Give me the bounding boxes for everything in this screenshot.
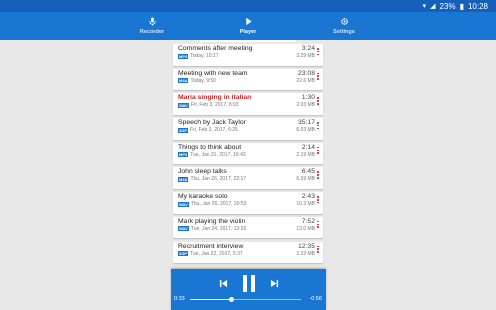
recording-date: Tue, Jan 22, 2017, 5:37 (190, 250, 243, 257)
recording-duration: 3:24 (301, 45, 315, 52)
recording-title: John sleep talks (178, 168, 227, 176)
app-bar: Recorder Player Settings (0, 12, 496, 40)
seek-thumb[interactable] (228, 297, 234, 303)
recording-date: Tue, Jan 24, 2017, 13:26 (190, 225, 247, 232)
elapsed-time: 0:33 (174, 296, 185, 302)
more-vert-icon[interactable] (317, 196, 320, 204)
format-badge: WAV (178, 226, 189, 232)
recording-duration: 23:08 (297, 69, 315, 77)
format-badge: MP3 (178, 53, 189, 59)
recording-date: Fri, Feb 3, 2017, 6:25 (190, 127, 238, 134)
recording-duration: 1:30 (301, 94, 315, 102)
list-item[interactable]: John sleep talks 6:45 M4A Thu, Jan 26, 2017… (173, 167, 323, 189)
tab-recorder-label: Recorder (139, 29, 165, 35)
format-badge: 3GP (178, 251, 189, 256)
more-vert-icon[interactable] (317, 220, 320, 228)
recording-title: My karaoke solo (178, 193, 228, 201)
recording-duration: 7:52 (301, 217, 315, 225)
clock: 10:28 (467, 1, 488, 11)
seek-progress (190, 299, 232, 301)
next-button[interactable] (270, 279, 279, 288)
recording-duration: 6:45 (301, 168, 315, 176)
list-item[interactable]: Things to think about 2:14 MP3 Tue, Jan 31,… (173, 142, 323, 165)
list-item[interactable]: My karaoke solo 2:43 WAV Thu, Jan 26, 2017,… (173, 192, 323, 214)
seek-bar[interactable] (190, 297, 301, 303)
recordings-list: Comments after meeting 3:24 MP3 Today, 10:2… (173, 44, 323, 266)
format-badge: MP3 (178, 152, 189, 158)
tab-recorder[interactable]: Recorder (104, 12, 200, 40)
pause-icon (242, 275, 255, 292)
recording-size: 22.6 MB (296, 77, 315, 84)
list-item[interactable]: Speech by Jack Taylor 35:17 3GP Fri, Feb 3,… (173, 118, 323, 140)
play-icon (245, 17, 252, 26)
recording-title: Things to think about (178, 143, 242, 151)
recording-size: 2.19 MB (296, 151, 315, 158)
status-bar: ▾ ◢ 23% ▮ 10:28 (0, 0, 496, 12)
recording-date: Fri, Feb 3, 2017, 8:03 (190, 102, 239, 109)
recording-date: Thu, Jan 26, 2017, 20:53 (190, 201, 247, 208)
format-badge: WAV (178, 201, 189, 207)
tab-player[interactable]: Player (200, 12, 296, 40)
recording-title: Maria singing in italian (178, 94, 252, 102)
player-bar: 0:33 -0:56 (171, 269, 326, 310)
recording-size: 13.0 MB (296, 225, 315, 232)
more-vert-icon[interactable] (317, 245, 320, 253)
gear-icon (340, 18, 348, 25)
recording-size: 2.33 MB (296, 250, 315, 257)
list-item[interactable]: Meeting with new team 23:08 M4A Today, 9:50… (173, 68, 323, 91)
recording-title: Meeting with new team (178, 69, 248, 77)
previous-button[interactable] (219, 279, 228, 288)
list-item[interactable]: Recruitment interview 12:35 3GP Tue, Jan 22… (173, 241, 323, 263)
more-vert-icon[interactable] (317, 146, 320, 154)
recording-size: 6.59 MB (296, 176, 315, 183)
recording-duration: 35:17 (297, 119, 315, 127)
recording-date: Tue, Jan 31, 2017, 16:43 (190, 151, 246, 158)
tab-settings[interactable]: Settings (296, 12, 392, 40)
recording-size: 10.3 MB (296, 201, 315, 208)
more-vert-icon[interactable] (317, 48, 320, 56)
recording-duration: 2:43 (301, 193, 315, 201)
wifi-icon: ▾ (422, 3, 427, 10)
list-item[interactable]: Comments after meeting 3:24 MP3 Today, 10:2… (173, 44, 323, 66)
more-vert-icon[interactable] (317, 72, 320, 80)
format-badge: M4A (178, 78, 189, 84)
recording-title: Mark playing the violin (178, 217, 246, 225)
skip-previous-icon (219, 279, 227, 288)
format-badge: M4A (178, 176, 189, 182)
format-badge: 3GP (178, 127, 189, 133)
signal-icon: ◢ (430, 3, 436, 10)
recording-title: Recruitment interview (178, 242, 244, 250)
more-vert-icon[interactable] (317, 97, 320, 105)
recording-size: 3.29 MB (296, 53, 315, 59)
recording-duration: 2:14 (301, 143, 315, 151)
pause-button[interactable] (242, 275, 256, 292)
tab-player-label: Player (239, 29, 257, 35)
recording-date: Today, 10:27 (190, 53, 219, 59)
recording-title: Comments after meeting (178, 45, 253, 52)
more-vert-icon[interactable] (317, 171, 320, 179)
recording-date: Thu, Jan 26, 2017, 22:17 (190, 176, 247, 183)
skip-next-icon (270, 279, 278, 288)
recording-title: Speech by Jack Taylor (178, 119, 246, 127)
format-badge: WAV (178, 102, 189, 108)
recording-size: 2.03 MB (296, 102, 315, 109)
battery-icon: ▮ (459, 1, 464, 11)
more-vert-icon[interactable] (317, 122, 320, 130)
mic-icon (148, 17, 156, 26)
recording-size: 6.53 MB (296, 127, 315, 134)
active-tab-indicator (200, 40, 296, 42)
list-item[interactable]: Maria singing in italian 1:30 WAV Fri, Feb … (173, 93, 323, 115)
tab-settings-label: Settings (333, 29, 355, 35)
recording-duration: 12:35 (297, 242, 315, 250)
recording-date: Today, 9:50 (190, 77, 216, 84)
battery-level: 23% (439, 1, 456, 11)
list-item[interactable]: Mark playing the violin 7:52 WAV Tue, Jan 2… (173, 216, 323, 239)
remaining-time: -0:56 (309, 296, 322, 302)
